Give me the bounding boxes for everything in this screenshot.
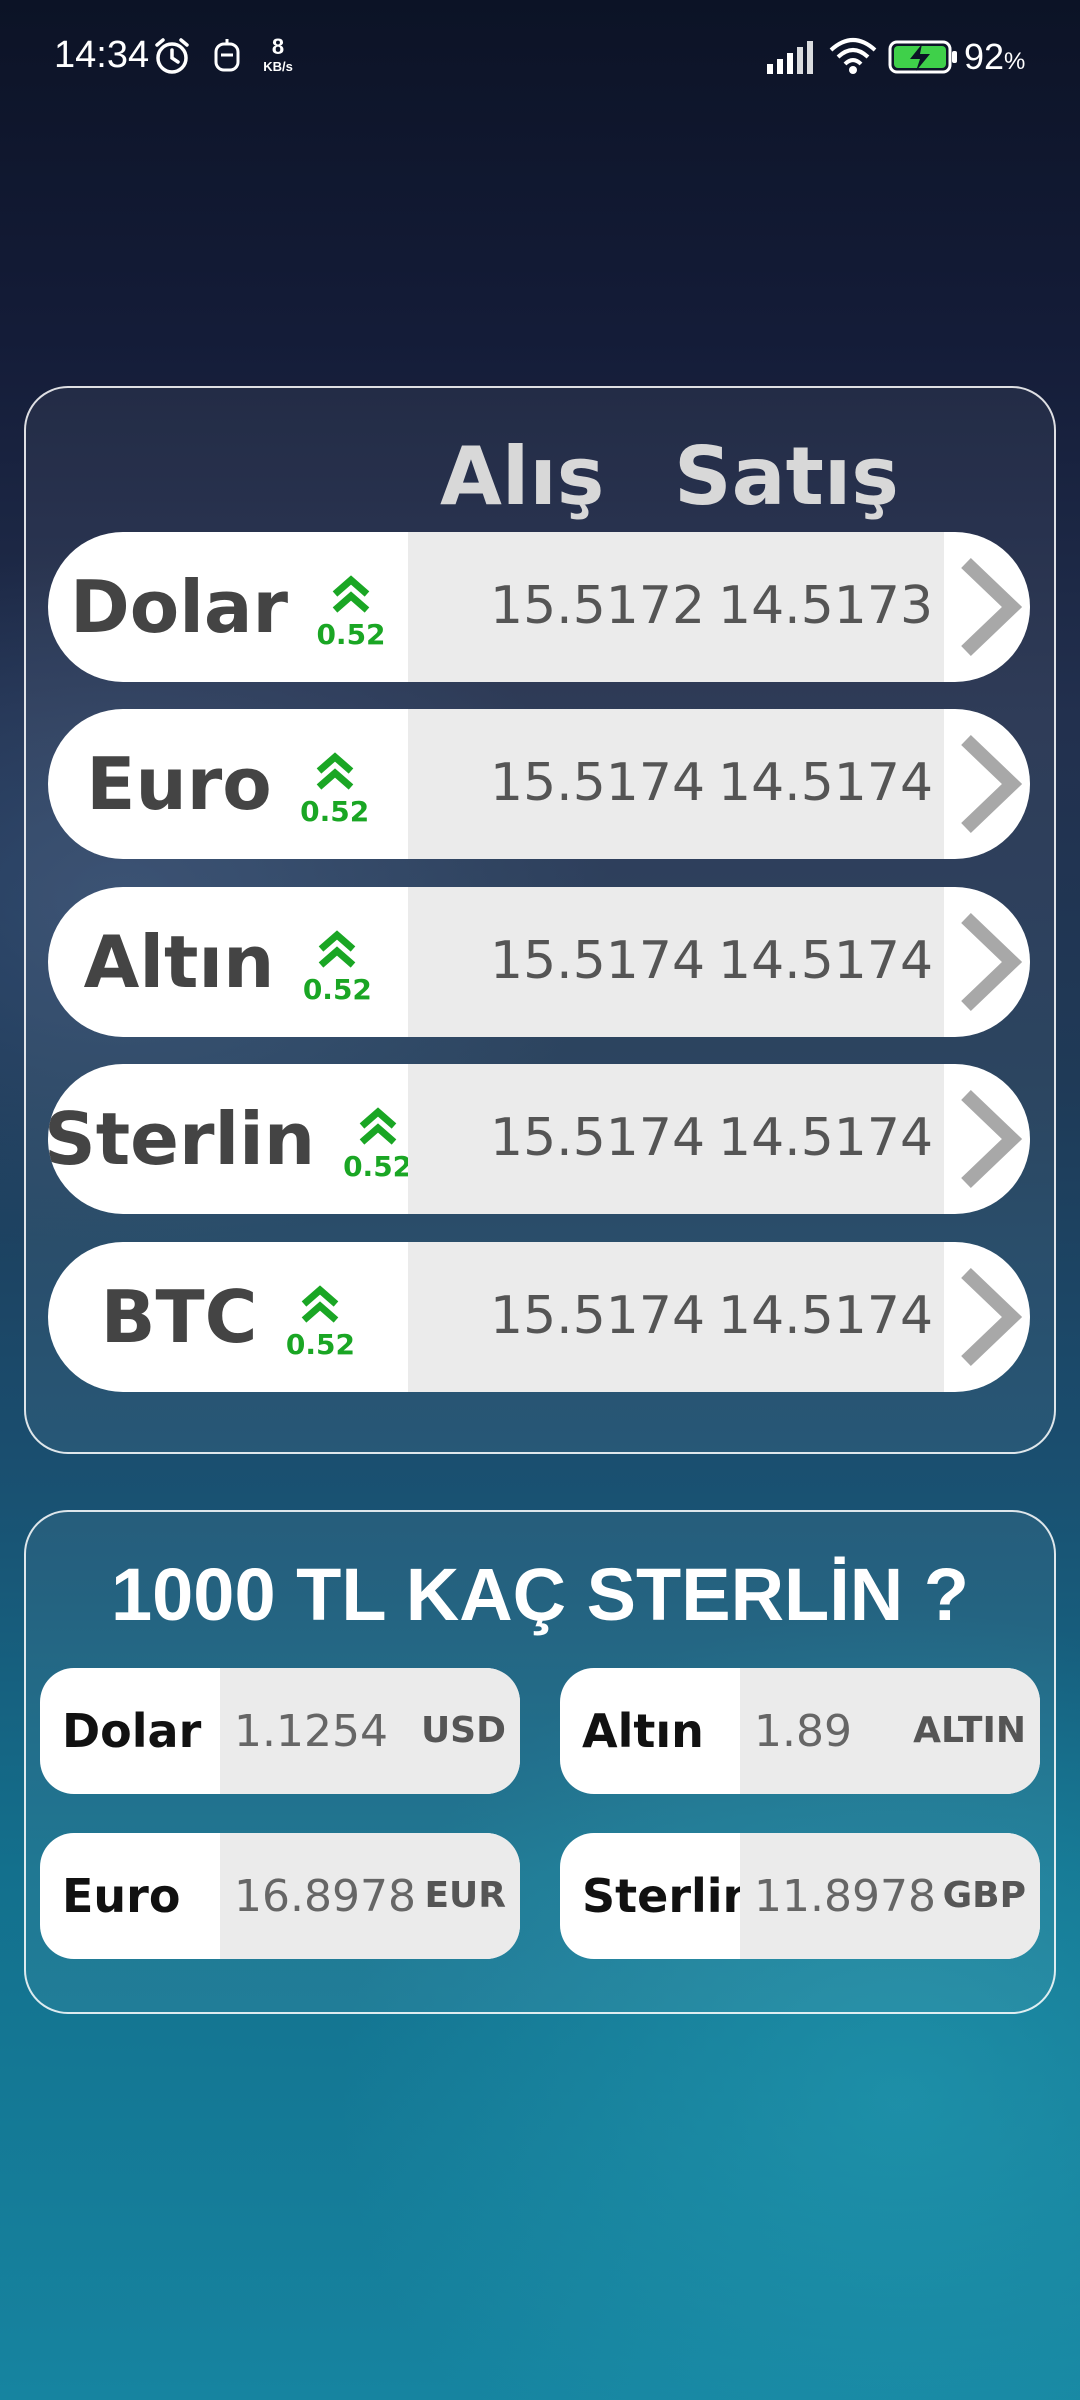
rate-buy-value: 15.5174 [490,753,706,813]
rate-detail-button[interactable] [944,709,1030,859]
rate-values-cell: 15.5174 14.5174 [408,1064,944,1214]
rate-row[interactable]: Euro 0.52 15.5174 14.5174 [48,709,1030,859]
converter-amount: 1.1254 [234,1706,388,1757]
rate-change-value: 0.52 [302,972,372,1006]
rate-name-cell: Sterlin 0.52 [48,1064,412,1214]
rate-values-cell: 15.5172 14.5173 [408,532,944,682]
rate-name-cell: Euro 0.52 [48,709,408,859]
rate-name: Sterlin [48,1097,316,1181]
double-chevron-up-icon [302,1284,339,1323]
converter-card[interactable]: Altın 1.89 ALTIN [560,1668,1040,1794]
rate-values-cell: 15.5174 14.5174 [408,887,944,1037]
battery-charging-icon [888,40,957,74]
converter-values-cell: 1.89 ALTIN [740,1668,1040,1794]
converter-title: 1000 TL KAÇ STERLİN ? [110,1553,969,1636]
converter-amount: 11.8978 [754,1871,936,1922]
converter-values-cell: 11.8978 GBP [740,1833,1040,1959]
rate-sell-value: 14.5174 [718,1286,934,1346]
chevron-right-icon [961,912,1022,1012]
double-chevron-up-icon [332,574,370,613]
rate-sell-value: 14.5174 [718,753,934,813]
status-time: 14:34 [54,34,150,76]
sell-column-header: Satış [674,430,899,523]
double-chevron-up-icon [316,751,354,790]
rate-buy-value: 15.5174 [490,1286,706,1346]
rate-change-value: 0.52 [285,1327,355,1361]
battery-percent: 92% [964,36,1026,77]
rate-detail-button[interactable] [944,887,1030,1037]
converter-card[interactable]: Euro 16.8978 EUR [40,1833,520,1959]
rate-sell-value: 14.5174 [718,1108,934,1168]
rate-change-value: 0.52 [343,1149,413,1183]
chevron-right-icon [961,1089,1022,1189]
rate-buy-value: 15.5172 [490,576,706,636]
chevron-right-icon [961,1267,1022,1367]
rate-row[interactable]: BTC 0.52 15.5174 14.5174 [48,1242,1030,1392]
rate-buy-value: 15.5174 [490,931,706,991]
converter-values-cell: 16.8978 EUR [220,1833,520,1959]
converter-currency-name: Euro [62,1869,181,1923]
rate-change-value: 0.52 [300,794,370,828]
converter-card[interactable]: Sterlin 11.8978 GBP [560,1833,1040,1959]
network-speed: 8 KB/s [263,34,293,74]
rate-name-cell: Altın 0.52 [48,887,408,1037]
signal-icon [767,41,813,74]
rate-detail-button[interactable] [944,1064,1030,1214]
rate-name-cell: Dolar 0.52 [48,532,408,682]
rate-sell-value: 14.5174 [718,931,934,991]
rate-sell-value: 14.5173 [718,576,934,636]
rate-name: Altın [83,920,275,1004]
double-chevron-up-icon [319,929,356,968]
converter-currency-code: ALTIN [913,1710,1026,1751]
rate-change: 0.52 [343,1104,412,1183]
bot-icon [214,39,240,72]
rate-name-cell: BTC 0.52 [48,1242,408,1392]
converter-currency-code: USD [420,1710,506,1751]
rate-row[interactable]: Sterlin 0.52 15.5174 14.5174 [48,1064,1030,1214]
rate-change-value: 0.52 [316,617,386,651]
status-bar: 14:34 8 KB/s 92% [0,0,1080,115]
converter-values-cell: 1.1254 USD [220,1668,520,1794]
converter-currency-name: Altın [582,1704,704,1758]
converter-currency-code: GBP [942,1875,1026,1916]
converter-amount: 16.8978 [234,1871,416,1922]
rate-row[interactable]: Dolar 0.52 15.5172 14.5173 [48,532,1030,682]
rate-name: Euro [86,742,272,826]
rate-change: 0.52 [302,927,372,1006]
wifi-icon [829,38,877,74]
alarm-icon [155,38,189,74]
rate-row[interactable]: Altın 0.52 15.5174 14.5174 [48,887,1030,1037]
rate-name: Dolar [69,565,288,649]
rate-buy-value: 15.5174 [490,1108,706,1168]
double-chevron-up-icon [359,1106,396,1145]
rate-values-cell: 15.5174 14.5174 [408,1242,944,1392]
buy-column-header: Alış [440,430,605,523]
rate-detail-button[interactable] [944,532,1030,682]
chevron-right-icon [961,734,1022,834]
rate-change: 0.52 [285,1282,355,1361]
converter-amount: 1.89 [754,1706,852,1757]
converter-currency-name: Sterlin [582,1869,756,1923]
rate-detail-button[interactable] [944,1242,1030,1392]
rate-name: BTC [100,1275,258,1359]
converter-currency-code: EUR [424,1875,506,1916]
rate-change: 0.52 [300,749,370,828]
converter-card[interactable]: Dolar 1.1254 USD [40,1668,520,1794]
rate-change: 0.52 [316,572,386,651]
chevron-right-icon [961,557,1022,657]
converter-currency-name: Dolar [62,1704,202,1758]
rate-values-cell: 15.5174 14.5174 [408,709,944,859]
